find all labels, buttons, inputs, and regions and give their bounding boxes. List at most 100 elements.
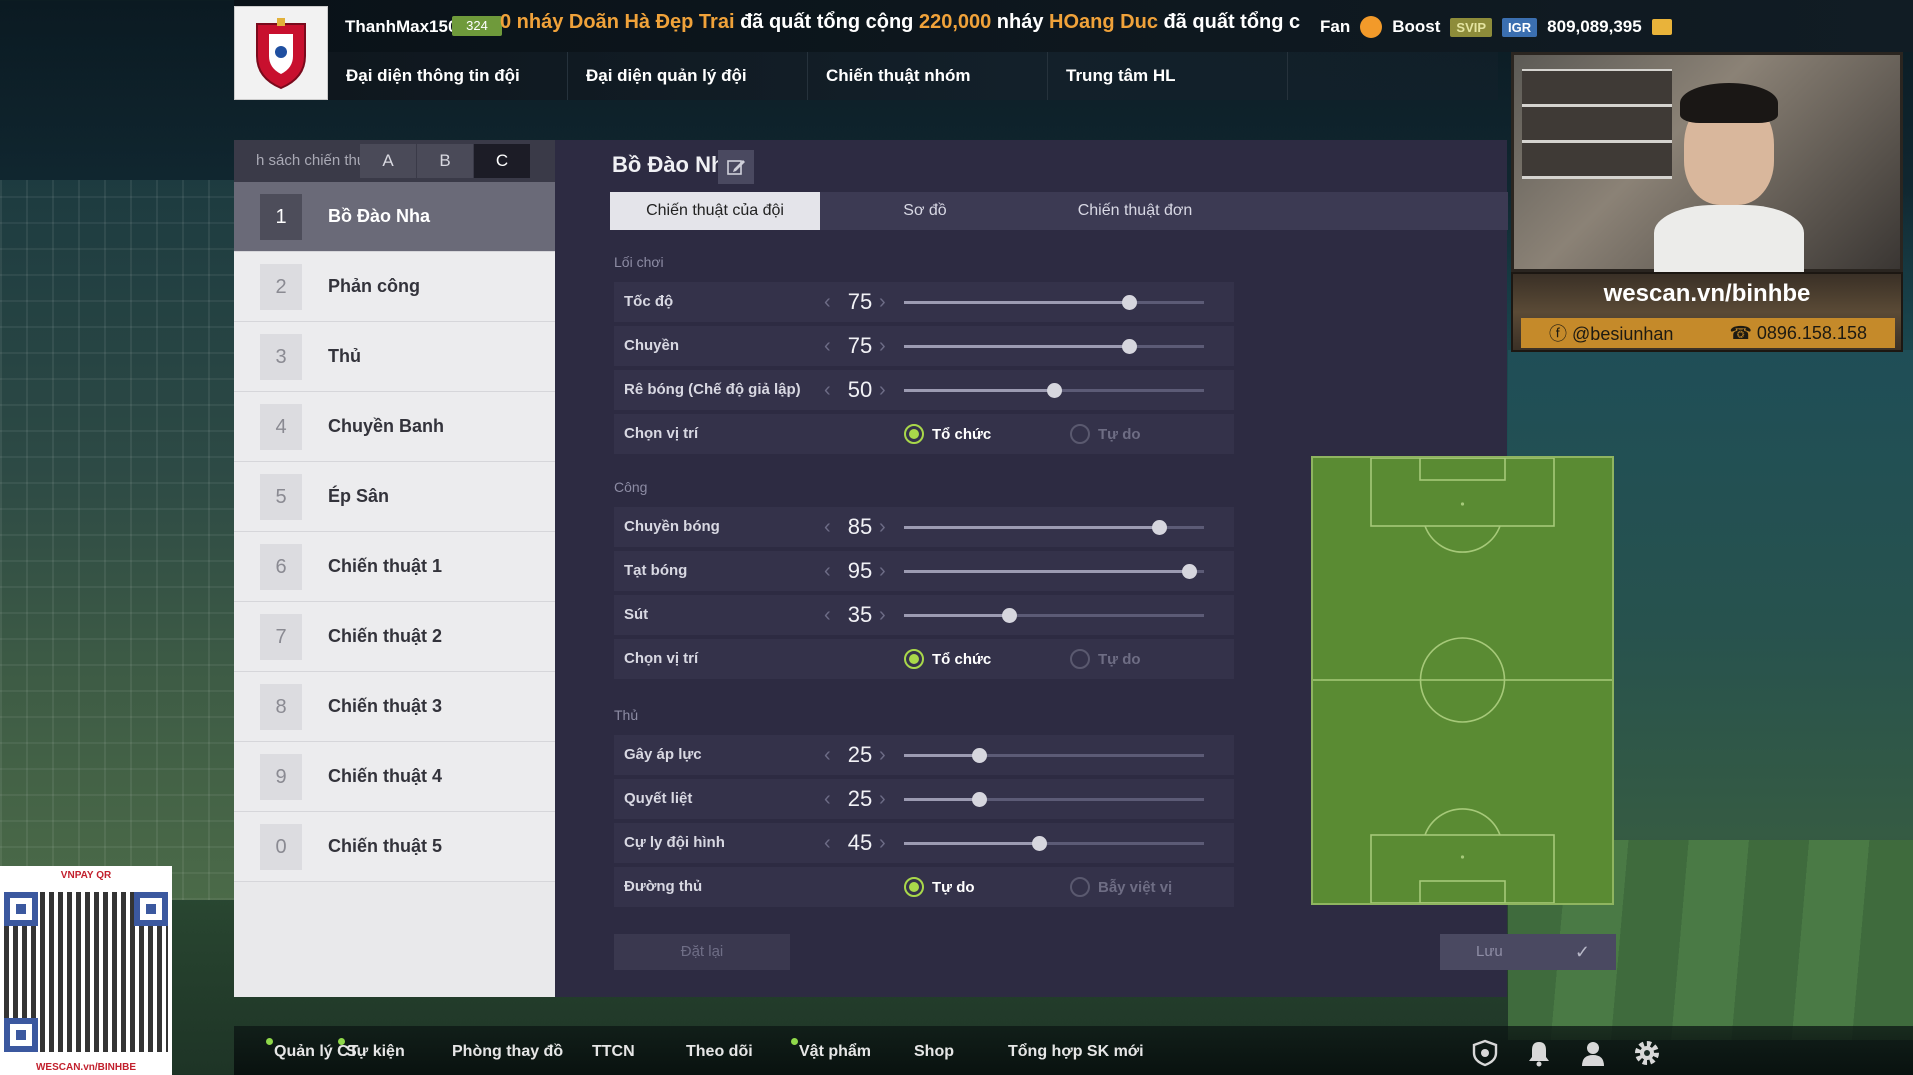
- slider-handle[interactable]: [1032, 836, 1047, 851]
- slider-handle[interactable]: [1047, 383, 1062, 398]
- increase-arrow-icon[interactable]: ›: [879, 779, 886, 819]
- tactic-list-item[interactable]: 2 Phản công: [234, 252, 555, 322]
- decrease-arrow-icon[interactable]: ‹: [824, 507, 831, 547]
- slider-handle[interactable]: [1002, 608, 1017, 623]
- edit-name-button[interactable]: [718, 150, 754, 184]
- tab-c[interactable]: C: [474, 144, 530, 178]
- slider-track[interactable]: [904, 520, 1204, 535]
- slider-value: 25: [847, 742, 873, 767]
- decrease-arrow-icon[interactable]: ‹: [824, 370, 831, 410]
- settings-icon[interactable]: [1632, 1038, 1662, 1068]
- tactic-list-item[interactable]: 3 Thủ: [234, 322, 555, 392]
- qr-top-label: VNPAY QR: [60, 870, 112, 881]
- slider-track[interactable]: [904, 748, 1204, 763]
- tactic-list-search[interactable]: h sách chiến thu: [234, 140, 360, 182]
- tab-team-tactics[interactable]: Chiến thuật của đội: [610, 192, 820, 230]
- nav-team-manager[interactable]: Đại diện quản lý đội: [568, 52, 808, 100]
- profile-icon[interactable]: [1578, 1038, 1608, 1068]
- radio-option[interactable]: Tự do: [1070, 414, 1141, 454]
- increase-arrow-icon[interactable]: ›: [879, 507, 886, 547]
- radio-option-label: Tự do: [1098, 650, 1141, 668]
- slider-handle[interactable]: [1122, 295, 1137, 310]
- bell-icon[interactable]: [1524, 1038, 1554, 1068]
- slider-value: 50: [847, 377, 873, 402]
- radio-option[interactable]: Tổ chức: [904, 414, 991, 454]
- radio-option[interactable]: Bẫy việt vị: [1070, 867, 1172, 907]
- decrease-arrow-icon[interactable]: ‹: [824, 282, 831, 322]
- webcam-overlay: [1511, 52, 1903, 275]
- increase-arrow-icon[interactable]: ›: [879, 326, 886, 366]
- radio-button[interactable]: [1070, 649, 1090, 669]
- radio-button[interactable]: [904, 877, 924, 897]
- slider-track[interactable]: [904, 836, 1204, 851]
- reset-button[interactable]: Đặt lại: [614, 934, 790, 970]
- decrease-arrow-icon[interactable]: ‹: [824, 823, 831, 863]
- slider-track[interactable]: [904, 608, 1204, 623]
- tab-b[interactable]: B: [417, 144, 473, 178]
- tab-formation[interactable]: Sơ đồ: [820, 192, 1030, 230]
- save-button[interactable]: Lưu ✓: [1440, 934, 1616, 970]
- bottom-nav-label: Vật phẩm: [799, 1043, 872, 1060]
- increase-arrow-icon[interactable]: ›: [879, 595, 886, 635]
- radio-option[interactable]: Tổ chức: [904, 639, 991, 679]
- bottom-nav-item[interactable]: Phòng thay đồ: [452, 1026, 563, 1075]
- nav-group-tactics[interactable]: Chiến thuật nhóm: [808, 52, 1048, 100]
- slider-fill: [904, 570, 1189, 573]
- decrease-arrow-icon[interactable]: ‹: [824, 595, 831, 635]
- tactic-list-item[interactable]: 0 Chiến thuật 5: [234, 812, 555, 882]
- bottom-nav-label: TTCN: [592, 1043, 635, 1060]
- decrease-arrow-icon[interactable]: ‹: [824, 735, 831, 775]
- radio-button[interactable]: [1070, 877, 1090, 897]
- smile-icon[interactable]: [1360, 16, 1383, 38]
- nav-team-info[interactable]: Đại diện thông tin đội: [328, 52, 568, 100]
- decrease-arrow-icon[interactable]: ‹: [824, 551, 831, 591]
- increase-arrow-icon[interactable]: ›: [879, 823, 886, 863]
- decrease-arrow-icon[interactable]: ‹: [824, 326, 831, 366]
- radio-button[interactable]: [1070, 424, 1090, 444]
- bottom-nav-item[interactable]: Vật phẩm: [791, 1026, 872, 1075]
- slider-handle[interactable]: [972, 748, 987, 763]
- slider-track[interactable]: [904, 792, 1204, 807]
- slider-track[interactable]: [904, 339, 1204, 354]
- tactic-list-item[interactable]: 5 Ép Sân: [234, 462, 555, 532]
- tactic-list-item[interactable]: 9 Chiến thuật 4: [234, 742, 555, 812]
- radio-option[interactable]: Tự do: [904, 867, 975, 907]
- qr-code-card: VNPAY QR WESCAN.vn/BINHBE: [0, 866, 172, 1075]
- slider-handle[interactable]: [1152, 520, 1167, 535]
- slider-track[interactable]: [904, 564, 1204, 579]
- tactic-slot-number: 4: [260, 403, 302, 450]
- slider-fill: [904, 614, 1009, 617]
- tactic-name: Chiến thuật 3: [328, 696, 443, 716]
- slider-row: Gây áp lực ‹ 25 ›: [614, 735, 1234, 775]
- slider-handle[interactable]: [1122, 339, 1137, 354]
- slider-track[interactable]: [904, 383, 1204, 398]
- tactic-list-item[interactable]: 8 Chiến thuật 3: [234, 672, 555, 742]
- tactic-slot-number: 6: [260, 543, 302, 590]
- slider-handle[interactable]: [972, 792, 987, 807]
- tab-individual-tactics[interactable]: Chiến thuật đơn: [1030, 192, 1240, 230]
- bottom-nav-label: Theo dõi: [686, 1043, 753, 1060]
- decrease-arrow-icon[interactable]: ‹: [824, 779, 831, 819]
- increase-arrow-icon[interactable]: ›: [879, 551, 886, 591]
- slider-track[interactable]: [904, 295, 1204, 310]
- bottom-nav-item[interactable]: Tổng hợp SK mới: [1008, 1026, 1144, 1075]
- bottom-nav-item[interactable]: TTCN: [592, 1026, 635, 1075]
- fan-label: Fan: [1320, 17, 1351, 36]
- tactic-list-item[interactable]: 7 Chiến thuật 2: [234, 602, 555, 672]
- bottom-nav-item[interactable]: Sự kiện: [338, 1026, 405, 1075]
- radio-button[interactable]: [904, 424, 924, 444]
- nav-training-center[interactable]: Trung tâm HL: [1048, 52, 1288, 100]
- bottom-nav-item[interactable]: Theo dõi: [686, 1026, 753, 1075]
- increase-arrow-icon[interactable]: ›: [879, 735, 886, 775]
- radio-option[interactable]: Tự do: [1070, 639, 1141, 679]
- increase-arrow-icon[interactable]: ›: [879, 370, 886, 410]
- tactic-list-item[interactable]: 1 Bồ Đào Nha: [234, 182, 555, 252]
- tactic-list-item[interactable]: 4 Chuyền Banh: [234, 392, 555, 462]
- tactic-list-item[interactable]: 6 Chiến thuật 1: [234, 532, 555, 602]
- increase-arrow-icon[interactable]: ›: [879, 282, 886, 322]
- slider-handle[interactable]: [1182, 564, 1197, 579]
- bottom-nav-item[interactable]: Shop: [914, 1026, 954, 1075]
- shield-icon[interactable]: [1470, 1038, 1500, 1068]
- radio-button[interactable]: [904, 649, 924, 669]
- tab-a[interactable]: A: [360, 144, 416, 178]
